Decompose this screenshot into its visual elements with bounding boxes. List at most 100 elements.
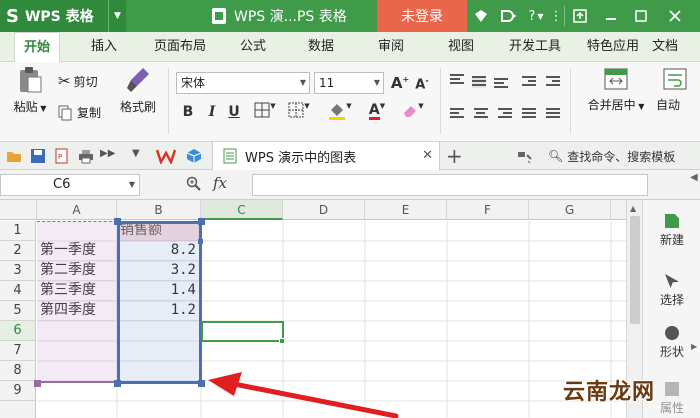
minimize-button[interactable] — [598, 0, 624, 32]
justify-icon[interactable] — [522, 108, 536, 120]
restore-tabs-icon[interactable] — [568, 0, 592, 32]
range-handle-top-right[interactable] — [198, 218, 205, 225]
save-icon[interactable] — [30, 148, 46, 164]
row-header-6[interactable]: 6 — [0, 321, 36, 341]
distributed-align-icon[interactable] — [546, 108, 560, 120]
merge-center-button[interactable]: 合并居中 ▼ — [580, 66, 652, 113]
range-handle-bottom-left[interactable] — [114, 380, 121, 387]
bold-button[interactable]: B — [178, 104, 198, 120]
row-header-9[interactable]: 9 — [0, 381, 36, 401]
name-box-dropdown-icon[interactable]: ▼ — [129, 175, 135, 195]
align-center-icon[interactable] — [474, 108, 488, 120]
row-header-8[interactable]: 8 — [0, 361, 36, 381]
align-right-icon[interactable] — [498, 108, 512, 120]
wps-w-logo-icon[interactable] — [156, 148, 176, 164]
fill-color-button[interactable]: ▼ — [324, 102, 356, 124]
active-cell-c6[interactable] — [201, 321, 284, 342]
cut-button[interactable]: ✂ 剪切 — [58, 72, 98, 90]
auto-wrap-button[interactable]: 自动 — [656, 66, 700, 113]
more-quick-icon[interactable]: ▶▶ — [100, 148, 116, 164]
taskpane-new[interactable]: 新建 — [643, 214, 700, 248]
scroll-up-icon[interactable]: ▲ — [630, 204, 636, 213]
column-header-e[interactable]: E — [365, 200, 447, 220]
select-all-corner[interactable] — [0, 200, 37, 220]
tab-formulas[interactable]: 公式 — [228, 32, 278, 62]
new-tab-icon[interactable]: + — [446, 144, 463, 168]
column-header-d[interactable]: D — [283, 200, 365, 220]
cell-style-icon — [288, 102, 304, 118]
italic-button[interactable]: I — [202, 104, 222, 120]
help-button[interactable]: ? ▼ — [524, 0, 548, 32]
tab-page-layout[interactable]: 页面布局 — [142, 32, 218, 62]
row-header-1[interactable]: 1 — [0, 221, 36, 241]
row-header-10[interactable] — [0, 401, 36, 418]
increase-font-size-icon[interactable]: A+ — [390, 74, 410, 92]
cube-apps-icon[interactable] — [186, 148, 202, 164]
align-middle-icon[interactable] — [472, 76, 486, 88]
decrease-font-size-icon[interactable]: A- — [412, 76, 432, 92]
format-painter-button[interactable]: 格式刷 — [114, 66, 162, 115]
row-header-2[interactable]: 2 — [0, 241, 36, 261]
paste-button[interactable]: 粘贴 ▼ — [8, 66, 52, 115]
taskpane-more-icon[interactable]: ▶ — [691, 342, 697, 351]
taskpane-expand-icon[interactable]: ◀ — [690, 172, 698, 183]
cloud-sync-icon[interactable] — [496, 0, 522, 32]
fill-handle[interactable] — [279, 338, 285, 344]
zoom-icon[interactable] — [186, 176, 202, 192]
tab-view[interactable]: 视图 — [436, 32, 486, 62]
document-tab[interactable]: WPS 演示中的图表 ✕ — [212, 142, 440, 170]
command-search[interactable]: 🔍︎ 查找命令、搜索模板 — [548, 142, 675, 170]
align-left-icon[interactable] — [450, 108, 464, 120]
open-folder-icon[interactable] — [6, 148, 22, 164]
tab-docs[interactable]: 文档 — [652, 32, 700, 62]
underline-button[interactable]: U — [224, 104, 244, 120]
font-color-button[interactable]: A▼ — [362, 102, 392, 120]
scrollbar-thumb[interactable] — [630, 216, 640, 324]
row-header-5[interactable]: 5 — [0, 301, 36, 321]
brush-tools-icon[interactable] — [516, 148, 532, 164]
column-header-a[interactable]: A — [37, 200, 117, 220]
tab-developer[interactable]: 开发工具 — [500, 32, 570, 62]
range-handle-mid[interactable] — [198, 239, 203, 244]
more-options-icon[interactable]: ⋮ — [546, 0, 566, 32]
app-menu-button[interactable]: S WPS 表格 ▼ — [0, 0, 126, 32]
taskpane-select[interactable]: 选择 — [643, 274, 700, 308]
row-header-7[interactable]: 7 — [0, 341, 36, 361]
column-header-g[interactable]: G — [529, 200, 611, 220]
range-handle-top-left[interactable] — [114, 218, 121, 225]
maximize-button[interactable] — [628, 0, 654, 32]
copy-button[interactable]: 复制 — [58, 104, 101, 121]
row-header-3[interactable]: 3 — [0, 261, 36, 281]
column-header-c[interactable]: C — [201, 200, 283, 220]
decrease-indent-icon[interactable] — [522, 76, 536, 88]
align-bottom-icon[interactable] — [494, 78, 508, 90]
increase-indent-icon[interactable] — [546, 76, 560, 88]
borders-button[interactable]: ▼ — [250, 102, 280, 122]
name-box[interactable]: C6 ▼ — [0, 174, 140, 196]
font-size-select[interactable]: 11 ▼ — [314, 72, 384, 94]
cell-style-button[interactable]: ▼ — [284, 102, 314, 122]
export-pdf-icon[interactable]: P — [54, 148, 70, 164]
print-icon[interactable] — [78, 148, 94, 164]
login-button[interactable]: 未登录 — [377, 0, 467, 32]
tab-special-apps[interactable]: 特色应用 — [578, 32, 648, 62]
formula-input[interactable] — [252, 174, 648, 196]
align-top-icon[interactable] — [450, 74, 464, 86]
tab-data[interactable]: 数据 — [296, 32, 346, 62]
column-header-b[interactable]: B — [117, 200, 201, 220]
row-header-4[interactable]: 4 — [0, 281, 36, 301]
skin-icon[interactable] — [470, 0, 492, 32]
customize-quick-icon[interactable]: ▼ — [132, 148, 148, 164]
font-name-select[interactable]: 宋体 ▼ — [176, 72, 310, 94]
close-tab-icon[interactable]: ✕ — [422, 148, 433, 163]
column-header-f[interactable]: F — [447, 200, 529, 220]
tab-home[interactable]: 开始 — [14, 32, 60, 63]
column-header-h[interactable] — [611, 200, 626, 220]
insert-function-icon[interactable]: fx — [213, 174, 227, 192]
close-button[interactable] — [660, 0, 690, 32]
tab-insert[interactable]: 插入 — [78, 32, 130, 62]
category-range-handle[interactable] — [34, 380, 41, 387]
clear-format-button[interactable]: ▼ — [398, 102, 428, 122]
app-menu-dropdown-icon[interactable]: ▼ — [108, 0, 126, 32]
tab-review[interactable]: 审阅 — [366, 32, 416, 62]
